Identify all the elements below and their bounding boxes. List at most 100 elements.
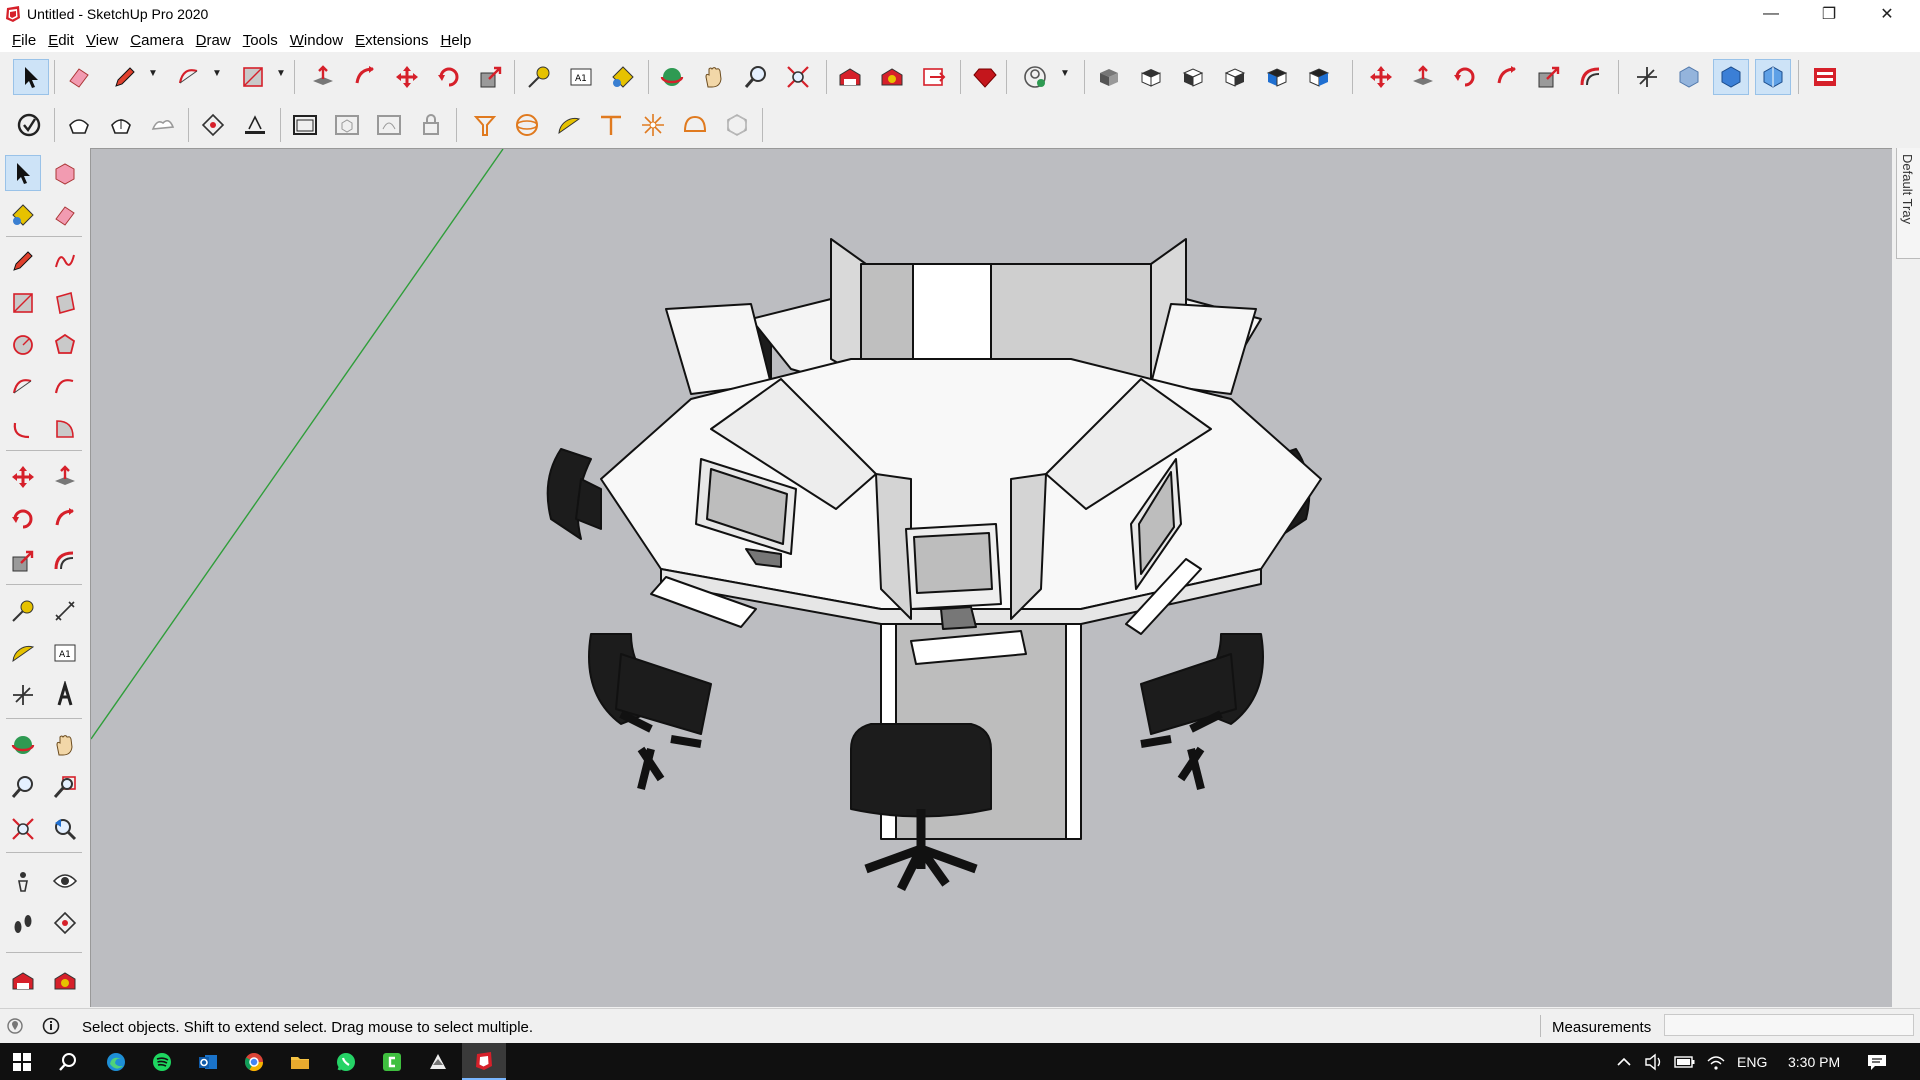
follow-me-tool-button[interactable] bbox=[348, 60, 382, 94]
zoom-window-tool-button[interactable] bbox=[48, 770, 82, 804]
eraser-tool-button[interactable] bbox=[62, 60, 96, 94]
view-left-tool-button[interactable] bbox=[1302, 60, 1336, 94]
model-canvas[interactable] bbox=[91, 149, 1892, 1007]
zoom-tool-button[interactable] bbox=[6, 770, 40, 804]
view-top-tool-button[interactable] bbox=[1134, 60, 1168, 94]
warehouse-tool-button[interactable] bbox=[833, 60, 867, 94]
sandbox-smoove-tool-button[interactable] bbox=[62, 108, 96, 142]
pencil-tool-button[interactable] bbox=[108, 60, 142, 94]
make-component-tool-button[interactable] bbox=[48, 156, 82, 190]
restore-button[interactable]: ❐ bbox=[1806, 0, 1852, 28]
push-pull-tool-button[interactable] bbox=[306, 60, 340, 94]
battery-icon[interactable] bbox=[1674, 1054, 1696, 1070]
view-right-tool-button[interactable] bbox=[1218, 60, 1252, 94]
pan-tool-button[interactable] bbox=[48, 728, 82, 762]
select-tool-button[interactable] bbox=[5, 155, 41, 191]
extension-warehouse-tool-button[interactable] bbox=[875, 60, 909, 94]
scale-tool-button[interactable] bbox=[474, 60, 508, 94]
default-tray-tab[interactable]: Default Tray bbox=[1896, 148, 1920, 259]
orbit-tool-button[interactable] bbox=[6, 728, 40, 762]
section-cut-tool-button[interactable] bbox=[238, 108, 272, 142]
freehand-tool-button[interactable] bbox=[48, 244, 82, 278]
select-tool-button[interactable] bbox=[13, 59, 49, 95]
profile-tool-button[interactable] bbox=[1018, 60, 1052, 94]
dome-tool-button[interactable] bbox=[678, 108, 712, 142]
zoom-tool-button[interactable] bbox=[739, 60, 773, 94]
offset-tool-button[interactable] bbox=[48, 544, 82, 578]
taskbar-chrome[interactable] bbox=[232, 1043, 276, 1080]
menu-draw[interactable]: Draw bbox=[190, 32, 237, 49]
show-hidden-icons-chevron-icon[interactable] bbox=[1616, 1055, 1632, 1069]
view-front-tool-button[interactable] bbox=[1176, 60, 1210, 94]
move-tool-button[interactable] bbox=[390, 60, 424, 94]
section-plane-tool-button[interactable] bbox=[48, 906, 82, 940]
rotate-red-tool-button[interactable] bbox=[1448, 60, 1482, 94]
move-red-tool-button[interactable] bbox=[1364, 60, 1398, 94]
volume-icon[interactable] bbox=[1644, 1053, 1664, 1071]
follow-me-tool-button[interactable] bbox=[48, 502, 82, 536]
send-to-layout-tool-button[interactable] bbox=[917, 60, 951, 94]
minimize-button[interactable]: — bbox=[1748, 0, 1794, 28]
taskbar-sketchup[interactable] bbox=[462, 1043, 506, 1080]
component-tool-button[interactable] bbox=[330, 108, 364, 142]
three-d-text-tool-button[interactable] bbox=[48, 678, 82, 712]
axes-tool-button[interactable] bbox=[6, 678, 40, 712]
section-plane-tool-button[interactable] bbox=[196, 108, 230, 142]
tee-tool-button[interactable] bbox=[594, 108, 628, 142]
lock-tool-button[interactable] bbox=[414, 108, 448, 142]
dropdown-arrow-icon[interactable]: ▼ bbox=[212, 68, 222, 79]
taskbar-outlook[interactable] bbox=[186, 1043, 230, 1080]
search-button[interactable] bbox=[46, 1043, 90, 1080]
measurements-input[interactable] bbox=[1664, 1014, 1914, 1036]
view-back-tool-button[interactable] bbox=[1260, 60, 1294, 94]
offset-red-tool-button[interactable] bbox=[1574, 60, 1608, 94]
three-point-arc-tool-button[interactable] bbox=[6, 412, 40, 446]
previous-view-tool-button[interactable] bbox=[48, 812, 82, 846]
instructor-info-icon[interactable] bbox=[42, 1017, 60, 1035]
dropdown-arrow-icon[interactable]: ▼ bbox=[148, 68, 158, 79]
menu-edit[interactable]: Edit bbox=[42, 32, 80, 49]
geo-location-icon[interactable] bbox=[6, 1017, 24, 1035]
rotate-tool-button[interactable] bbox=[432, 60, 466, 94]
text-tool-button[interactable]: A1 bbox=[564, 60, 598, 94]
action-center-notification-icon[interactable] bbox=[1866, 1053, 1888, 1071]
dimension-tool-button[interactable] bbox=[48, 594, 82, 628]
taskbar-inkscape[interactable] bbox=[416, 1043, 460, 1080]
rectangle-tool-button[interactable] bbox=[6, 286, 40, 320]
zoom-extents-tool-button[interactable] bbox=[781, 60, 815, 94]
menu-tools[interactable]: Tools bbox=[237, 32, 284, 49]
wifi-icon[interactable] bbox=[1706, 1053, 1726, 1071]
advanced-camera-tool-button[interactable] bbox=[468, 108, 502, 142]
layout-tool-button[interactable] bbox=[1808, 60, 1842, 94]
sphere-tool-button[interactable] bbox=[510, 108, 544, 142]
arc-tool-button[interactable] bbox=[6, 370, 40, 404]
close-button[interactable]: ✕ bbox=[1864, 0, 1910, 28]
menu-file[interactable]: File bbox=[6, 32, 42, 49]
move-tool-button[interactable] bbox=[6, 460, 40, 494]
paint-bucket-tool-button[interactable] bbox=[6, 198, 40, 232]
pan-tool-button[interactable] bbox=[697, 60, 731, 94]
menu-help[interactable]: Help bbox=[434, 32, 477, 49]
dropdown-arrow-icon[interactable]: ▼ bbox=[276, 68, 286, 79]
group-tool-button[interactable] bbox=[372, 108, 406, 142]
extension-warehouse-tool-button[interactable] bbox=[48, 964, 82, 998]
input-language-indicator[interactable]: ENG bbox=[1737, 1054, 1767, 1070]
push-pull-tool-button[interactable] bbox=[48, 460, 82, 494]
window-tool-button[interactable] bbox=[288, 108, 322, 142]
taskbar-file-explorer[interactable] bbox=[278, 1043, 322, 1080]
position-camera-tool-button[interactable] bbox=[6, 864, 40, 898]
start-button[interactable] bbox=[0, 1043, 44, 1080]
taskbar-edge[interactable] bbox=[94, 1043, 138, 1080]
zoom-extents-tool-button[interactable] bbox=[6, 812, 40, 846]
scale-tool-button[interactable] bbox=[6, 544, 40, 578]
rotate-tool-button[interactable] bbox=[6, 502, 40, 536]
follow-me-red-tool-button[interactable] bbox=[1490, 60, 1524, 94]
push-pull-red-tool-button[interactable] bbox=[1406, 60, 1440, 94]
scale-red-tool-button[interactable] bbox=[1532, 60, 1566, 94]
light-tool-button[interactable] bbox=[636, 108, 670, 142]
walk-tool-button[interactable] bbox=[6, 906, 40, 940]
sandbox-drape-tool-button[interactable] bbox=[146, 108, 180, 142]
protractor-tool-button[interactable] bbox=[6, 636, 40, 670]
polygon-tool-button[interactable] bbox=[48, 328, 82, 362]
paint-bucket-tool-button[interactable] bbox=[606, 60, 640, 94]
